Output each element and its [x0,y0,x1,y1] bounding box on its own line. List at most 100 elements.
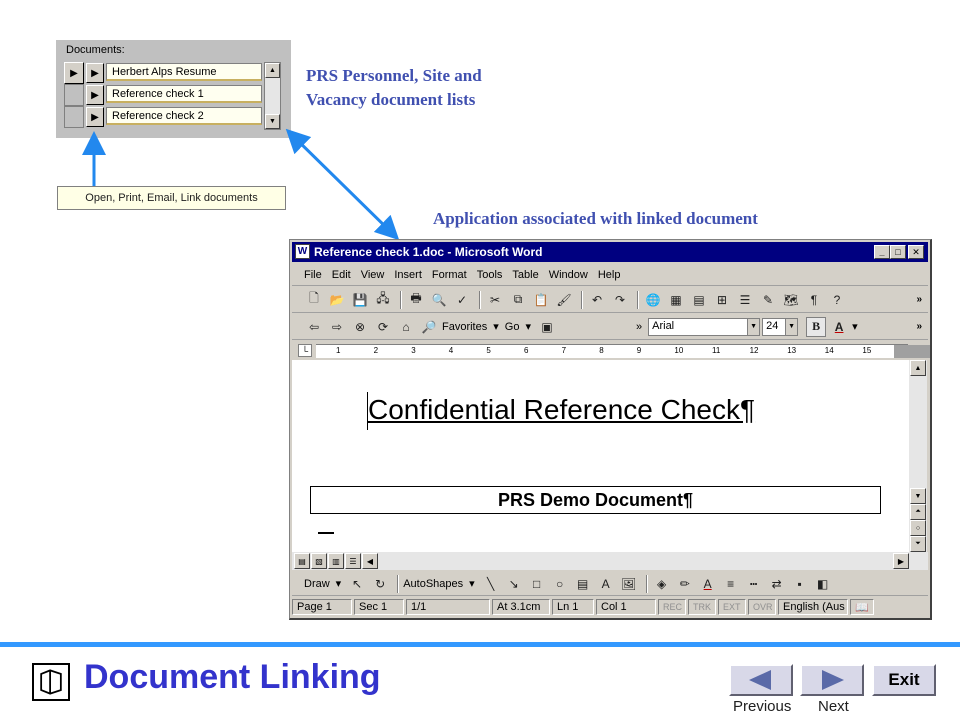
document-actions-button[interactable]: ▶ [86,107,104,127]
dash-style-icon[interactable]: ┅ [744,574,764,594]
fill-color-icon[interactable]: ◈ [652,574,672,594]
favorites-menu[interactable]: Favorites [442,321,487,333]
show-hide-icon[interactable]: ¶ [804,290,824,310]
font-color-button[interactable]: A [829,317,849,337]
status-trk[interactable]: TRK [688,599,716,615]
scroll-up-icon[interactable]: ▲ [910,360,926,376]
shadow-icon[interactable]: ▪ [790,574,810,594]
normal-view-icon[interactable]: ▤ [294,553,310,569]
previous-page-icon[interactable]: ⏶ [910,504,926,520]
word-titlebar[interactable]: W Reference check 1.doc - Microsoft Word… [292,242,928,262]
cut-icon[interactable]: ✂ [485,290,505,310]
tab-selector-icon[interactable]: └ [298,344,312,357]
insert-excel-icon[interactable]: ⊞ [712,290,732,310]
outline-view-icon[interactable]: ☰ [345,553,361,569]
exit-button[interactable]: Exit [872,664,936,696]
font-name-select[interactable]: Arial ▼ [648,317,761,336]
status-ext[interactable]: EXT [718,599,746,615]
select-browse-object-icon[interactable]: ○ [910,520,926,536]
arrow-style-icon[interactable]: ⇄ [767,574,787,594]
web-layout-icon[interactable]: ▧ [311,553,327,569]
line-icon[interactable]: ╲ [481,574,501,594]
save-icon[interactable]: 💾 [350,290,370,310]
print-layout-icon[interactable]: ▥ [328,553,344,569]
insert-table-icon[interactable]: ▤ [689,290,709,310]
new-document-icon[interactable]: 🗋 [304,290,324,310]
horizontal-scrollbar[interactable]: ▤ ▧ ▥ ☰ ◀ ▶ [292,552,928,570]
forward-icon[interactable]: ⇨ [327,317,347,337]
3d-icon[interactable]: ◧ [813,574,833,594]
document-actions-button[interactable]: ▶ [86,85,104,105]
text-box-icon[interactable]: ▤ [573,574,593,594]
open-folder-icon[interactable]: 📂 [327,290,347,310]
word-app-icon[interactable]: W [295,244,310,259]
document-name[interactable]: Reference check 2 [106,107,262,125]
document-map-icon[interactable]: 🗺 [781,290,801,310]
chevron-down-icon[interactable]: ▾ [336,577,342,590]
back-icon[interactable]: ⇦ [304,317,324,337]
select-objects-icon[interactable]: ↖ [347,574,367,594]
hyperlink-icon[interactable]: 🌐 [643,290,663,310]
home-icon[interactable]: ⌂ [396,317,416,337]
chevron-down-icon[interactable]: ▼ [785,318,798,335]
chevron-down-icon[interactable]: ▾ [852,320,858,333]
bold-button[interactable]: B [806,316,827,337]
drawing-font-color-icon[interactable]: A [698,574,718,594]
next-page-icon[interactable]: ⏷ [910,536,926,552]
toolbar-overflow-icon[interactable]: » [916,321,922,332]
menu-edit[interactable]: Edit [332,269,351,281]
copy-icon[interactable]: ⧉ [508,290,528,310]
paste-icon[interactable]: 📋 [531,290,551,310]
chevron-down-icon[interactable]: ▾ [493,320,499,333]
document-name[interactable]: Herbert Alps Resume [106,63,262,81]
previous-button[interactable] [729,664,793,696]
font-size-select[interactable]: 24 ▼ [762,317,799,336]
print-icon[interactable]: 🖶 [406,290,426,310]
chevron-down-icon[interactable]: ▼ [747,318,760,335]
format-painter-icon[interactable]: 🖌 [554,290,574,310]
clip-art-icon[interactable]: 🖼 [619,574,639,594]
search-web-icon[interactable]: 🔎 [419,317,439,337]
open-document-button[interactable]: ▶ [64,62,84,84]
scroll-right-icon[interactable]: ▶ [893,553,909,569]
document-actions-button[interactable]: ▶ [86,63,104,83]
undo-icon[interactable]: ↶ [587,290,607,310]
scroll-down-icon[interactable]: ▼ [265,114,280,129]
toolbar-overflow-icon[interactable]: » [636,321,642,333]
stop-icon[interactable]: ⊗ [350,317,370,337]
maximize-icon[interactable]: □ [890,245,906,259]
menu-table[interactable]: Table [512,269,538,281]
menu-tools[interactable]: Tools [477,269,503,281]
status-rec[interactable]: REC [658,599,686,615]
documents-scrollbar[interactable]: ▲ ▼ [264,62,281,130]
menu-view[interactable]: View [361,269,385,281]
chevron-down-icon[interactable]: ▾ [469,577,475,590]
drawing-icon[interactable]: ✎ [758,290,778,310]
document-name[interactable]: Reference check 1 [106,85,262,103]
tables-borders-icon[interactable]: ▦ [666,290,686,310]
row-selector[interactable] [64,106,84,128]
document-area[interactable]: Confidential Reference Check¶ PRS Demo D… [292,360,909,552]
permission-icon[interactable]: 🖧 [373,290,393,310]
minimize-icon[interactable]: _ [874,245,890,259]
chevron-down-icon[interactable]: ▾ [525,320,531,333]
close-icon[interactable]: ✕ [908,245,924,259]
rectangle-icon[interactable]: □ [527,574,547,594]
draw-menu[interactable]: Draw [304,578,330,590]
line-style-icon[interactable]: ≡ [721,574,741,594]
scroll-up-icon[interactable]: ▲ [265,63,280,78]
status-ovr[interactable]: OVR [748,599,776,615]
menu-file[interactable]: File [304,269,322,281]
arrow-icon[interactable]: ↘ [504,574,524,594]
oval-icon[interactable]: ○ [550,574,570,594]
spelling-status-icon[interactable]: 📖 [850,599,874,615]
menu-help[interactable]: Help [598,269,621,281]
free-rotate-icon[interactable]: ↻ [370,574,390,594]
autoshapes-menu[interactable]: AutoShapes [403,578,463,590]
menu-insert[interactable]: Insert [394,269,422,281]
line-color-icon[interactable]: ✏ [675,574,695,594]
refresh-icon[interactable]: ⟳ [373,317,393,337]
menu-format[interactable]: Format [432,269,467,281]
help-icon[interactable]: ? [827,290,847,310]
menu-window[interactable]: Window [549,269,588,281]
